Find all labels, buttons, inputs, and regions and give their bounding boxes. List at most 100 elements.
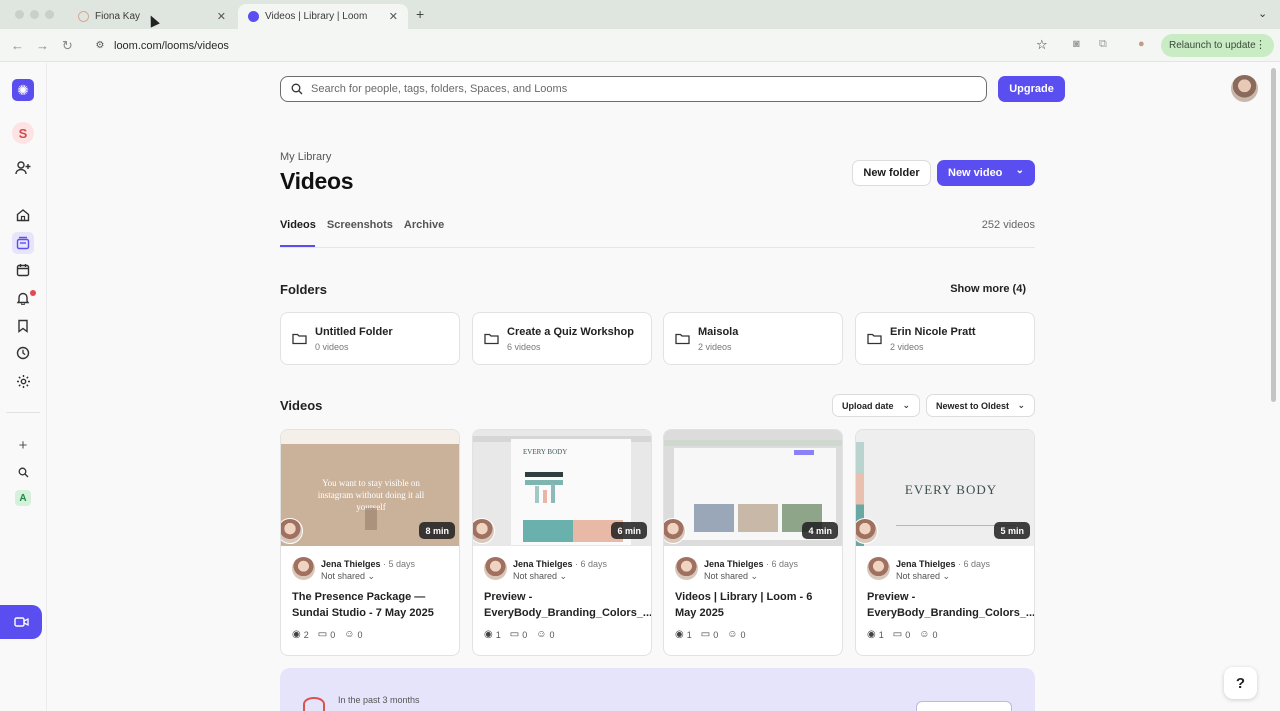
sharing-status[interactable]: Not shared ⌄ bbox=[896, 571, 950, 582]
video-title[interactable]: Preview - EveryBody_Branding_Colors_... bbox=[867, 589, 1034, 621]
browser-tab-loom[interactable]: Videos | Library | Loom ✕ bbox=[238, 4, 408, 29]
sort-order-dropdown[interactable]: Newest to Oldest ⌄ bbox=[926, 394, 1035, 417]
sort-field-dropdown[interactable]: Upload date ⌄ bbox=[832, 394, 920, 417]
tab-search-chevron-icon[interactable]: ⌄ bbox=[1258, 7, 1267, 20]
library-icon[interactable] bbox=[12, 232, 34, 254]
sharing-status[interactable]: Not shared ⌄ bbox=[513, 571, 567, 582]
breadcrumb[interactable]: My Library bbox=[280, 151, 331, 163]
folder-icon bbox=[867, 333, 882, 345]
folders-heading: Folders bbox=[280, 282, 327, 297]
view-count: 1 bbox=[686, 629, 692, 640]
eye-icon: ◉ bbox=[292, 629, 301, 640]
folder-card[interactable]: Create a Quiz Workshop 6 videos bbox=[472, 312, 652, 365]
folder-card[interactable]: Maisola 2 videos bbox=[663, 312, 843, 365]
thumbnail-block bbox=[523, 520, 573, 542]
video-thumbnail[interactable]: EVERY BODY 6 min bbox=[473, 430, 651, 546]
author-name: Jena Thielges bbox=[321, 559, 381, 569]
comment-icon: ▭ bbox=[317, 629, 328, 640]
banner-period: In the past 3 months bbox=[338, 695, 420, 705]
relaunch-button[interactable]: Relaunch to update ⋮ bbox=[1161, 34, 1274, 57]
video-title[interactable]: Preview - EveryBody_Branding_Colors_... bbox=[484, 589, 651, 621]
add-user-icon[interactable] bbox=[12, 157, 34, 179]
video-thumbnail[interactable]: You want to stay visible on instagram wi… bbox=[281, 430, 459, 546]
chevron-down-icon: ⌄ bbox=[367, 571, 376, 581]
more-menu-icon[interactable]: ⋮ bbox=[1255, 38, 1266, 51]
sharing-label: Not shared bbox=[513, 571, 558, 581]
video-title[interactable]: The Presence Package — Sundai Studio - 7… bbox=[292, 589, 452, 621]
site-settings-icon[interactable]: ⚙ bbox=[86, 40, 114, 51]
sharing-status[interactable]: Not shared ⌄ bbox=[704, 571, 758, 582]
video-stats: ◉ 1 ▭ 0 ☺ 0 bbox=[675, 629, 754, 640]
relaunch-label: Relaunch to update bbox=[1169, 40, 1256, 51]
home-icon[interactable] bbox=[12, 204, 34, 226]
profile-icon[interactable]: ● bbox=[1138, 38, 1145, 50]
reload-icon[interactable]: ↻ bbox=[62, 38, 73, 54]
calendar-icon[interactable] bbox=[12, 259, 34, 281]
tab-screenshots[interactable]: Screenshots bbox=[327, 219, 393, 231]
help-button[interactable]: ? bbox=[1224, 667, 1257, 699]
forward-icon[interactable]: → bbox=[36, 38, 49, 53]
folder-card[interactable]: Erin Nicole Pratt 2 videos bbox=[855, 312, 1035, 365]
author-line: Jena Thielges · 5 days bbox=[321, 559, 415, 569]
minimize-window-icon[interactable] bbox=[30, 10, 39, 19]
search-input[interactable] bbox=[311, 83, 951, 95]
video-stats: ◉ 1 ▭ 0 ☺ 0 bbox=[867, 629, 946, 640]
author-name: Jena Thielges bbox=[896, 559, 956, 569]
settings-icon[interactable] bbox=[12, 370, 34, 392]
new-folder-button[interactable]: New folder bbox=[852, 160, 931, 186]
folder-icon bbox=[292, 333, 307, 345]
clock-icon[interactable] bbox=[12, 342, 34, 364]
tab-close-icon[interactable]: ✕ bbox=[217, 10, 226, 23]
plus-icon[interactable]: + bbox=[12, 434, 34, 456]
video-thumbnail[interactable]: 4 min bbox=[664, 430, 842, 546]
video-title[interactable]: Videos | Library | Loom - 6 May 2025 bbox=[675, 589, 835, 621]
tab-archive[interactable]: Archive bbox=[404, 219, 444, 231]
tab-close-icon[interactable]: ✕ bbox=[389, 10, 398, 23]
browser-tab-bar: Fiona Kay ✕ Videos | Library | Loom ✕ + … bbox=[0, 0, 1280, 29]
workspace-avatar[interactable]: S bbox=[12, 122, 34, 144]
maximize-window-icon[interactable] bbox=[45, 10, 54, 19]
presenter-bubble bbox=[856, 518, 878, 544]
new-tab-button[interactable]: + bbox=[416, 6, 424, 22]
user-avatar[interactable] bbox=[1231, 75, 1258, 102]
sharing-status[interactable]: Not shared ⌄ bbox=[321, 571, 375, 582]
tab-videos[interactable]: Videos bbox=[280, 219, 316, 231]
sharing-label: Not shared bbox=[704, 571, 749, 581]
bookmark-icon[interactable] bbox=[12, 315, 34, 337]
upgrade-button[interactable]: Upgrade bbox=[998, 76, 1065, 102]
search-bar[interactable] bbox=[280, 76, 987, 102]
bookmark-star-icon[interactable]: ☆ bbox=[1036, 37, 1048, 53]
address-bar[interactable]: ⚙ loom.com/looms/videos bbox=[86, 33, 1062, 58]
video-card[interactable]: You want to stay visible on instagram wi… bbox=[280, 429, 460, 656]
video-card[interactable]: EVERY BODY 5 min Jena Thielges · 6 days … bbox=[855, 429, 1035, 656]
chevron-down-icon: ⌄ bbox=[750, 571, 759, 581]
video-card[interactable]: EVERY BODY 6 min Jena Thielges · 6 days … bbox=[472, 429, 652, 656]
camera-icon[interactable]: ◙ bbox=[1073, 38, 1080, 50]
author-name: Jena Thielges bbox=[513, 559, 573, 569]
video-count: 252 videos bbox=[981, 219, 1035, 231]
banner-button[interactable] bbox=[916, 701, 1012, 711]
thumbnail-bar bbox=[543, 490, 547, 503]
record-button[interactable] bbox=[0, 605, 42, 639]
comment-count: 0 bbox=[905, 629, 911, 640]
folder-card[interactable]: Untitled Folder 0 videos bbox=[280, 312, 460, 365]
scrollbar[interactable] bbox=[1271, 68, 1276, 402]
video-thumbnail[interactable]: EVERY BODY 5 min bbox=[856, 430, 1034, 546]
show-more-button[interactable]: Show more (4) bbox=[930, 283, 1026, 295]
close-window-icon[interactable] bbox=[15, 10, 24, 19]
comment-icon: ▭ bbox=[700, 629, 711, 640]
comment-icon: ▭ bbox=[509, 629, 520, 640]
extensions-icon[interactable]: ⧉ bbox=[1099, 38, 1107, 51]
folder-name: Erin Nicole Pratt bbox=[890, 326, 976, 338]
search-icon[interactable] bbox=[12, 461, 34, 483]
author-line: Jena Thielges · 6 days bbox=[704, 559, 798, 569]
new-video-button[interactable]: New video ⌄ bbox=[937, 160, 1035, 186]
workspace-a-avatar[interactable]: A bbox=[15, 490, 31, 506]
back-icon[interactable]: ← bbox=[11, 38, 24, 53]
notification-dot bbox=[30, 290, 36, 296]
loom-logo-icon[interactable]: ✺ bbox=[12, 79, 34, 101]
library-tabs: Videos Screenshots Archive bbox=[280, 219, 455, 231]
video-card[interactable]: 4 min Jena Thielges · 6 days Not shared … bbox=[663, 429, 843, 656]
folder-name: Create a Quiz Workshop bbox=[507, 326, 634, 338]
reaction-icon: ☺ bbox=[919, 629, 930, 640]
